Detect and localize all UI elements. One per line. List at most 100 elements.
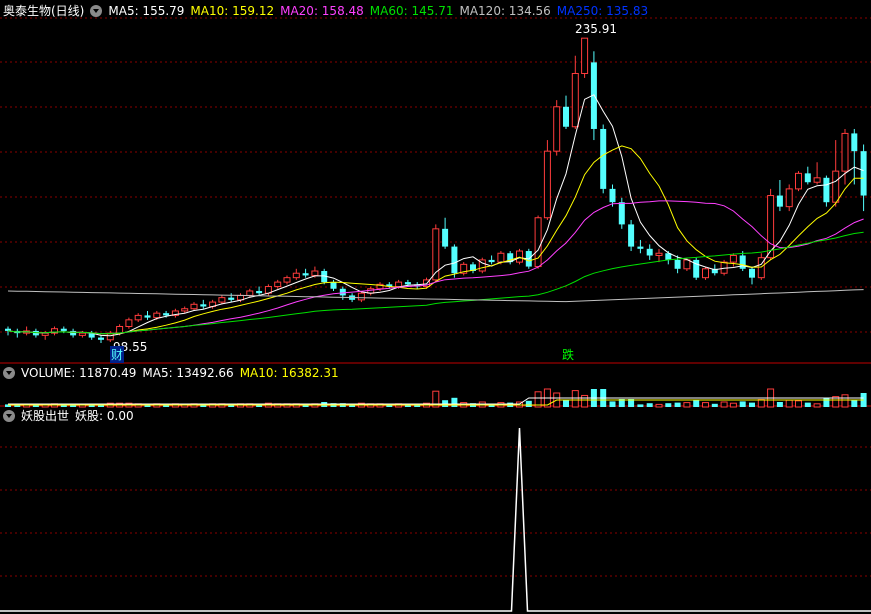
volume-bar bbox=[693, 400, 700, 407]
candle-body bbox=[404, 282, 411, 285]
candle-body bbox=[637, 246, 644, 249]
candle-body bbox=[218, 297, 226, 303]
candle-body bbox=[78, 332, 86, 336]
candle-body bbox=[860, 151, 867, 196]
candle-body bbox=[5, 328, 11, 331]
candle-body bbox=[256, 290, 263, 294]
candle-body bbox=[228, 297, 235, 300]
candle-body bbox=[339, 288, 346, 296]
volume-bar bbox=[702, 402, 709, 408]
candle-body bbox=[655, 252, 663, 256]
price-grid bbox=[0, 17, 871, 577]
volume-bar bbox=[525, 400, 532, 407]
candle-body bbox=[776, 195, 783, 207]
candle-body bbox=[488, 259, 495, 263]
volume-bar bbox=[795, 400, 802, 408]
candle-body bbox=[571, 72, 579, 128]
candle-body bbox=[274, 281, 282, 288]
candle-body bbox=[395, 281, 403, 288]
volume-bar bbox=[841, 394, 849, 408]
candle-body bbox=[497, 252, 505, 263]
candle-body bbox=[674, 259, 681, 269]
volume-bar bbox=[637, 404, 644, 407]
candle-body bbox=[609, 188, 616, 203]
candle-body bbox=[785, 188, 793, 208]
candle-body bbox=[283, 277, 291, 283]
volume-bar bbox=[785, 399, 793, 408]
candle-body bbox=[41, 332, 49, 336]
volume-bar bbox=[739, 401, 746, 407]
candle-body bbox=[683, 259, 691, 270]
candle-body bbox=[451, 246, 458, 274]
indicator-dropdown-icon[interactable] bbox=[3, 410, 15, 422]
candle-body bbox=[302, 273, 309, 276]
volume-bar bbox=[720, 401, 728, 408]
volume-panel-header: VOLUME: 11870.49 MA5: 13492.66 MA10: 163… bbox=[3, 364, 339, 382]
candle-body bbox=[125, 319, 133, 327]
candle-body bbox=[516, 250, 523, 263]
candle-body bbox=[60, 328, 67, 331]
volume-bar bbox=[563, 399, 569, 407]
indicator-line bbox=[0, 427, 871, 612]
volume-bar bbox=[757, 399, 765, 408]
candle-body bbox=[98, 337, 104, 340]
volume-bar bbox=[729, 402, 737, 408]
candle-body bbox=[200, 304, 207, 307]
candle-body bbox=[841, 132, 849, 172]
candle-body bbox=[729, 254, 737, 263]
candle-body bbox=[646, 248, 653, 256]
volume-bar bbox=[646, 403, 653, 407]
ma120-line bbox=[7, 289, 864, 303]
indicator-panel-header: 妖股出世 妖股: 0.00 bbox=[3, 407, 134, 425]
candle-body bbox=[851, 133, 858, 152]
volume-bar bbox=[749, 402, 755, 407]
volume-bar bbox=[813, 403, 821, 408]
ma5-line bbox=[7, 94, 864, 337]
candle-body bbox=[357, 292, 365, 301]
candle-body bbox=[749, 268, 755, 278]
candle-body bbox=[804, 173, 811, 183]
candle-body bbox=[292, 272, 300, 279]
volume-bar bbox=[451, 397, 458, 407]
volume-bar bbox=[609, 401, 616, 407]
ma-lines bbox=[7, 94, 864, 337]
candle-body bbox=[832, 170, 840, 203]
volume-bar bbox=[683, 402, 691, 408]
volume-bar bbox=[776, 402, 783, 407]
volume-bar bbox=[655, 403, 663, 408]
marker-cai[interactable]: 财 bbox=[110, 346, 125, 363]
candle-body bbox=[153, 312, 161, 319]
candle-body bbox=[543, 150, 551, 219]
high-price-label: 235.91 bbox=[575, 22, 617, 36]
candle-body bbox=[311, 270, 319, 276]
indicator-value: 妖股: 0.00 bbox=[75, 409, 134, 423]
candle-body bbox=[163, 313, 170, 316]
candle-body bbox=[190, 303, 198, 310]
volume-bar bbox=[674, 402, 681, 407]
candle-body bbox=[553, 106, 561, 152]
candle-body bbox=[144, 315, 151, 318]
candle-body bbox=[330, 282, 337, 289]
volume-label: VOLUME: 11870.49 bbox=[21, 366, 137, 380]
candles bbox=[5, 37, 867, 344]
volume-bar bbox=[581, 394, 589, 408]
candle-body bbox=[134, 314, 142, 321]
volume-dropdown-icon[interactable] bbox=[3, 367, 15, 379]
volume-bar bbox=[804, 402, 811, 407]
candle-body bbox=[813, 177, 821, 183]
candle-body bbox=[600, 128, 607, 189]
volume-bar bbox=[571, 390, 579, 408]
candle-body bbox=[32, 330, 39, 336]
kline-chart[interactable] bbox=[0, 0, 871, 614]
candle-body bbox=[795, 172, 802, 190]
candle-body bbox=[442, 228, 449, 247]
candle-body bbox=[246, 290, 254, 296]
candle-body bbox=[628, 224, 635, 247]
volume-bar bbox=[711, 403, 718, 407]
volume-ma10-label: MA10: 16382.31 bbox=[239, 366, 339, 380]
candle-body bbox=[618, 202, 625, 225]
marker-die[interactable]: 跌 bbox=[562, 346, 574, 363]
volume-bar bbox=[665, 403, 672, 407]
volume-bar bbox=[851, 400, 858, 407]
indicator-name: 妖股出世 bbox=[21, 409, 70, 423]
